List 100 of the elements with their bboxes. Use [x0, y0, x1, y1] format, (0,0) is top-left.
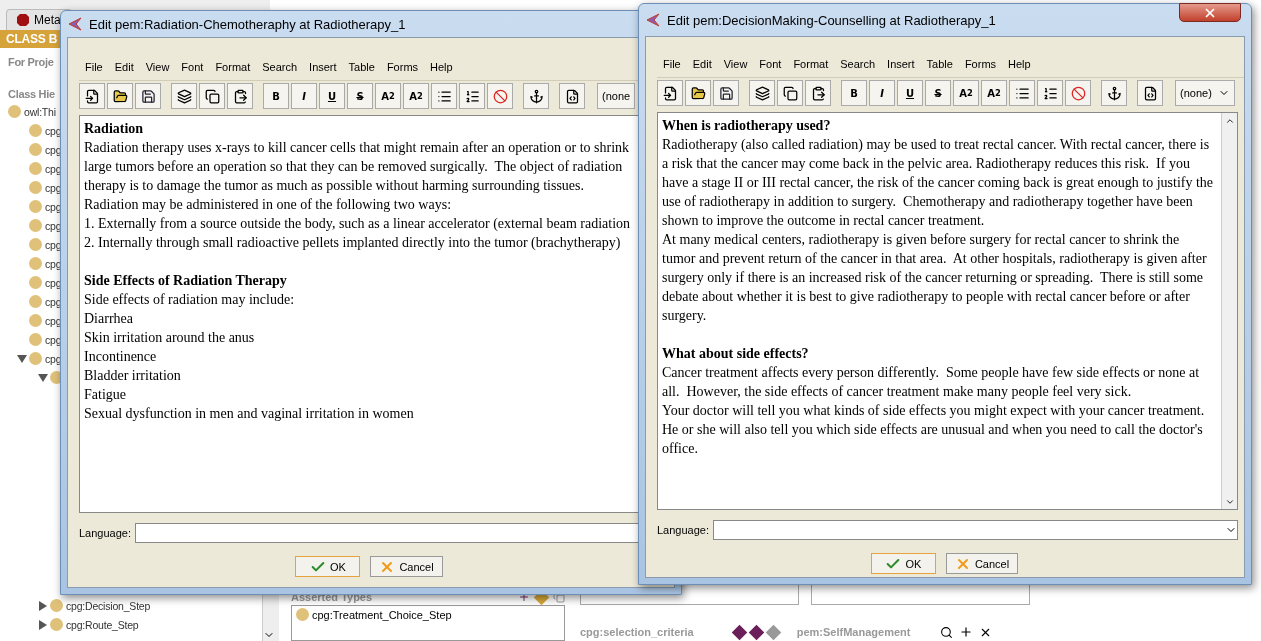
menu-item[interactable]: File [79, 61, 109, 73]
add-icon [959, 625, 974, 639]
menu-item[interactable]: Insert [881, 58, 921, 70]
class-dot-icon [29, 124, 42, 137]
menu-item[interactable]: Forms [380, 61, 425, 73]
toolbar-button[interactable] [1137, 80, 1163, 106]
anchor-icon [528, 88, 544, 104]
format-button[interactable]: U [897, 80, 923, 106]
save-button[interactable] [713, 80, 739, 106]
no-sign-icon [1070, 85, 1086, 101]
paragraph: Skin irritation around the anus [84, 329, 256, 347]
code-file-icon [564, 88, 580, 104]
copy-icon [204, 88, 220, 104]
toolbar-button[interactable] [107, 83, 133, 109]
format-button[interactable]: I [869, 80, 895, 106]
tree-item[interactable]: owl:Thi [24, 105, 56, 118]
list-item[interactable]: cpg:Treatment_Choice_Step [312, 608, 452, 621]
collapsed-arrow-icon[interactable] [37, 619, 48, 630]
cancel-button[interactable]: Cancel [370, 556, 443, 577]
panel-title: CLASS B [6, 32, 58, 46]
paragraph: Diarrhea [84, 310, 134, 328]
copy-button[interactable] [199, 83, 225, 109]
bullet-list-button[interactable] [431, 83, 457, 109]
ok-button[interactable]: OK [295, 556, 361, 577]
file-icon [662, 85, 678, 101]
menu-item[interactable]: File [657, 58, 687, 70]
format-button[interactable]: U [319, 83, 345, 109]
save-button[interactable] [135, 83, 161, 109]
logo-icon [67, 16, 83, 32]
format-button[interactable]: S [925, 80, 951, 106]
copy-button[interactable] [777, 80, 803, 106]
style-dropdown[interactable]: (none) [1175, 80, 1235, 106]
class-dot-icon [29, 314, 42, 327]
class-dot-icon [29, 257, 42, 270]
menu-item[interactable]: View [139, 61, 176, 73]
anchor-icon [1106, 85, 1122, 101]
paste-button[interactable] [805, 80, 831, 106]
paste-icon [232, 88, 248, 104]
cancel-button[interactable]: Cancel [945, 553, 1019, 574]
paragraph: Cancer treatment affects every person differently. Some people have few side effects or none at all. However, the side effects of cancer treatment make many people feel very sick. [662, 364, 1201, 401]
paragraph: Incontinence [84, 348, 158, 366]
menu-item[interactable]: Help [424, 61, 459, 73]
anchor-button[interactable] [523, 83, 549, 109]
expanded-arrow-icon[interactable] [37, 372, 48, 383]
class-dot-icon [50, 618, 63, 631]
numbered-list-button[interactable] [459, 83, 485, 109]
text-editor[interactable] [657, 112, 1238, 510]
hexagon-icon [17, 14, 29, 26]
format-button[interactable]: B [263, 83, 289, 109]
tree-item[interactable]: cpg:Route_Step [66, 618, 139, 631]
menu-item[interactable]: Table [920, 58, 959, 70]
menu-item[interactable]: Search [834, 58, 882, 70]
class-dot-icon [29, 238, 42, 251]
collapsed-arrow-icon[interactable] [37, 600, 48, 611]
menu-item[interactable]: Table [342, 61, 381, 73]
menu-item[interactable]: Edit [108, 61, 140, 73]
layers-icon [176, 88, 192, 104]
toolbar-button[interactable] [657, 80, 683, 106]
menu-item[interactable]: Search [256, 61, 304, 73]
class-dot-icon [29, 352, 42, 365]
class-dot-icon [29, 200, 42, 213]
toolbar-button[interactable] [749, 80, 775, 106]
format-button[interactable]: S [347, 83, 373, 109]
bullet-list-button[interactable] [1009, 80, 1035, 106]
menu-item[interactable]: Format [209, 61, 257, 73]
anchor-button[interactable] [1101, 80, 1127, 106]
toolbar-button[interactable] [685, 80, 711, 106]
project-label: For Proje [8, 56, 54, 68]
layers-icon [754, 85, 770, 101]
toolbar-button[interactable] [171, 83, 197, 109]
numbered-list-button[interactable] [1037, 80, 1063, 106]
save-icon [140, 88, 156, 104]
expanded-arrow-icon[interactable] [16, 353, 27, 364]
paragraph: Fatigue [84, 386, 127, 404]
menu-item[interactable]: View [717, 58, 754, 70]
text-editor[interactable] [79, 115, 641, 513]
ok-button[interactable]: OK [870, 553, 936, 574]
folder-icon [690, 85, 706, 101]
menu-item[interactable]: Forms [958, 58, 1003, 70]
style-dropdown[interactable]: (none [597, 83, 636, 109]
paste-button[interactable] [227, 83, 253, 109]
menu-item[interactable]: Font [753, 58, 788, 70]
paragraph: Radiotherapy (also called radiation) may be used to treat rectal cancer. With rectal cancer, there is a risk that the cancer may come back in the pelvic area. Radiotherapy reduces this risk. If you have a stage II or III rectal cancer, the risk of the cancer coming back is great enough to justify the use of radiotherapy in addition to surgery. Chemotherapy and radiotherapy together have been shown to improve the outcome in rectal cancer treatment. [662, 136, 1215, 230]
paragraph: Radiation therapy uses x-rays to kill cancer cells that might remain after an operation or to shrink large tumors before an operation so that they can be removed surgically. The object of radiation therapy is to damage the tumor as much as possible without harming surrounding tissues. [84, 139, 631, 195]
toolbar-button[interactable] [559, 83, 585, 109]
paragraph: At many medical centers, radiotherapy is given before surgery for rectal cancer to shrink the tumor and prevent return of the cancer in that area. At other hospitals, radiotherapy is given after surgery only if there is an increased risk of the cancer returning or spreading. There is still some debate about whether it is best to give radiotherapy to people with rectal cancer before or after surgery. [662, 231, 1208, 325]
language-field[interactable] [713, 520, 1238, 540]
format-button[interactable]: I [291, 83, 317, 109]
class-dot-icon [29, 295, 42, 308]
menu-item[interactable]: Format [787, 58, 835, 70]
menu-item[interactable]: Insert [303, 61, 343, 73]
language-field[interactable] [135, 523, 641, 543]
menu-item[interactable]: Font [175, 61, 210, 73]
bullet-list-icon [1014, 85, 1030, 101]
tree-item[interactable]: cpg:Decision_Step [66, 599, 151, 612]
menu-item[interactable]: Edit [686, 58, 718, 70]
format-button[interactable]: B [841, 80, 867, 106]
close-button[interactable] [1179, 3, 1241, 22]
menu-item[interactable]: Help [1002, 58, 1037, 70]
toolbar-button[interactable] [79, 83, 105, 109]
